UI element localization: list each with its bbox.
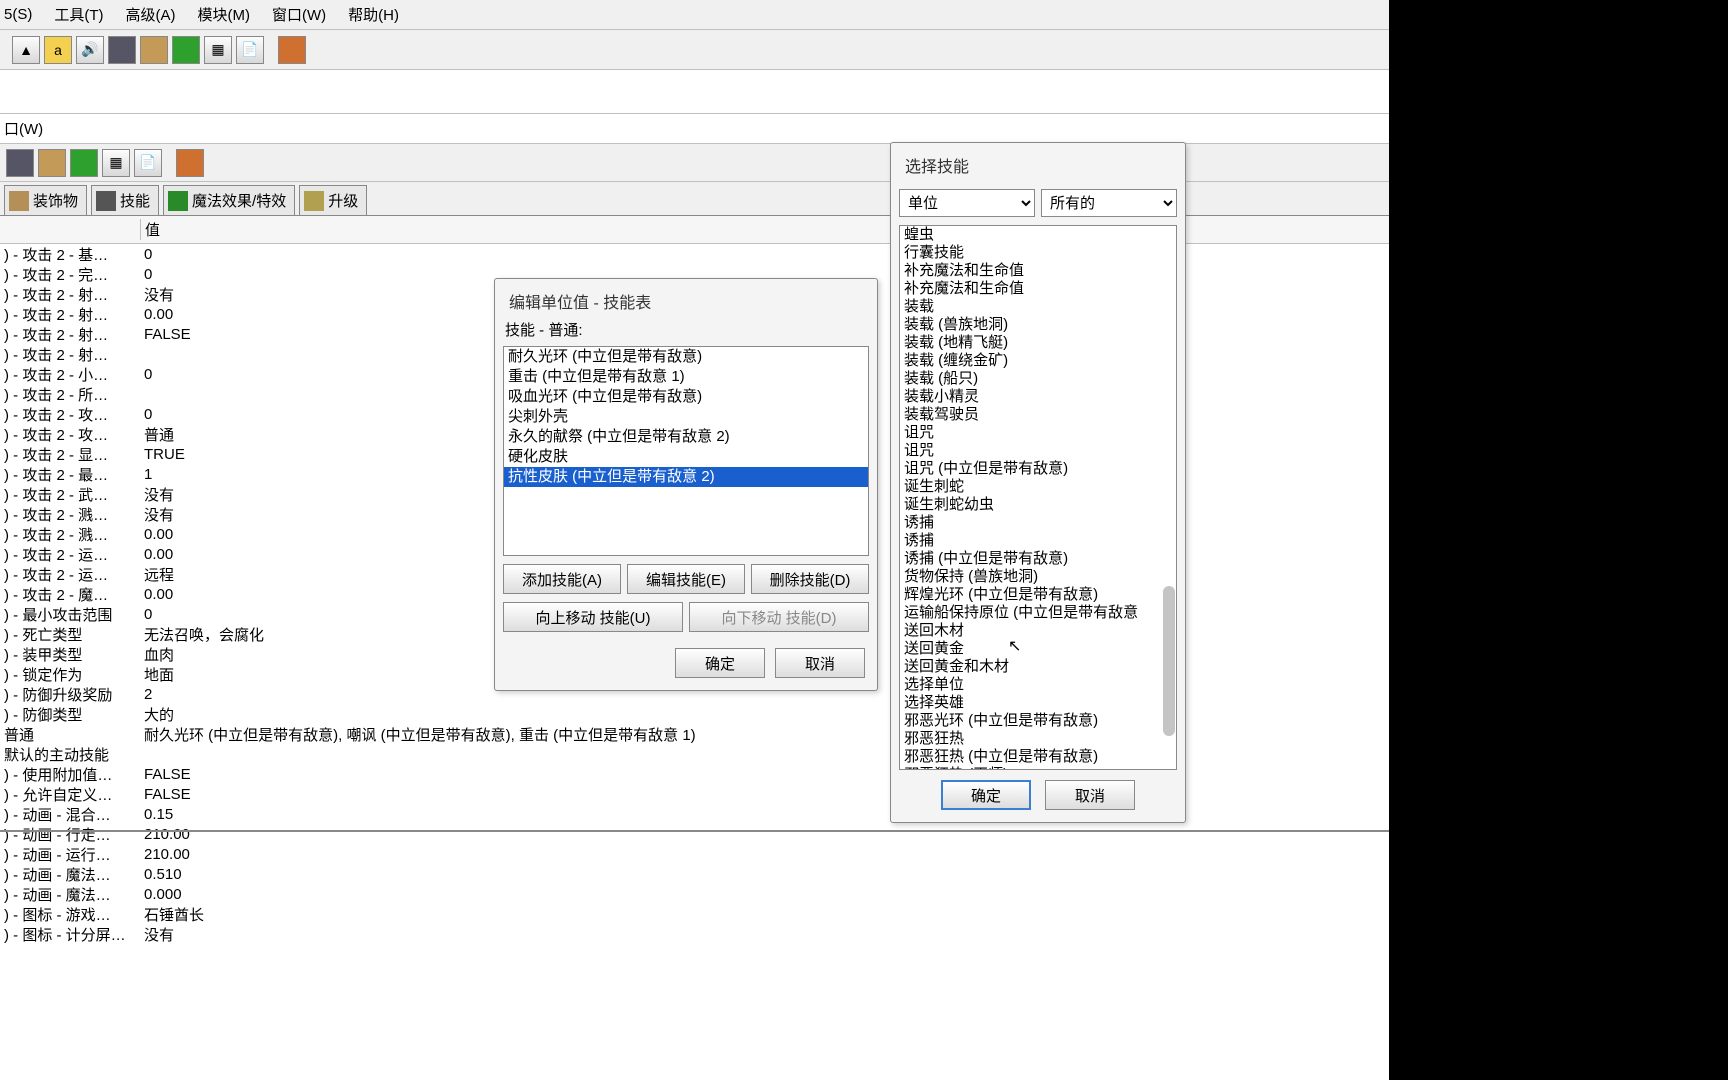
ok-button[interactable]: 确定	[941, 780, 1031, 810]
menu-item[interactable]: 窗口(W)	[272, 4, 326, 25]
ability-item[interactable]: 耐久光环 (中立但是带有敌意)	[504, 347, 868, 367]
skill-item[interactable]: 邪恶光环 (中立但是带有敌意)	[900, 712, 1176, 730]
skill-item[interactable]: 诅咒	[900, 442, 1176, 460]
ok-button[interactable]: 确定	[675, 648, 765, 678]
cancel-button[interactable]: 取消	[1045, 780, 1135, 810]
toolbar-button[interactable]: a	[44, 36, 72, 64]
skill-item[interactable]: 诱捕	[900, 514, 1176, 532]
toolbar-button[interactable]	[278, 36, 306, 64]
ability-item[interactable]: 永久的献祭 (中立但是带有敌意 2)	[504, 427, 868, 447]
letterbox	[1389, 0, 1728, 1080]
scrollbar-thumb[interactable]	[1163, 586, 1175, 736]
menu-item[interactable]: 5(S)	[4, 6, 32, 23]
skill-item[interactable]: 运输船保持原位 (中立但是带有敌意	[900, 604, 1176, 622]
dialog-title: 编辑单位值 - 技能表	[495, 279, 877, 319]
toolbar-button[interactable]: ▦	[102, 149, 130, 177]
toolbar-button[interactable]	[172, 36, 200, 64]
toolbar-button[interactable]: ▦	[204, 36, 232, 64]
toolbar-button[interactable]	[108, 36, 136, 64]
skill-item[interactable]: 送回黄金和木材	[900, 658, 1176, 676]
ability-item[interactable]: 尖刺外壳	[504, 407, 868, 427]
skill-item[interactable]: 行囊技能	[900, 244, 1176, 262]
filter-select[interactable]: 所有的	[1041, 189, 1177, 217]
delete-skill-button[interactable]: 删除技能(D)	[751, 564, 869, 594]
toolbar-button[interactable]: 🔊	[76, 36, 104, 64]
skill-item[interactable]: 选择单位	[900, 676, 1176, 694]
add-skill-button[interactable]: 添加技能(A)	[503, 564, 621, 594]
toolbar-button[interactable]: 📄	[134, 149, 162, 177]
ability-item-selected[interactable]: 抗性皮肤 (中立但是带有敌意 2)	[504, 467, 868, 487]
skill-item[interactable]: 邪恶狂热	[900, 730, 1176, 748]
move-up-button[interactable]: 向上移动 技能(U)	[503, 602, 683, 632]
skill-item[interactable]: 诅咒	[900, 424, 1176, 442]
menu-item[interactable]: 帮助(H)	[348, 4, 399, 25]
category-select[interactable]: 单位	[899, 189, 1035, 217]
skill-item[interactable]: 货物保持 (兽族地洞)	[900, 568, 1176, 586]
tab-skills[interactable]: 技能	[91, 185, 159, 215]
skill-item[interactable]: 诱捕	[900, 532, 1176, 550]
skill-item[interactable]: 装载	[900, 298, 1176, 316]
skill-item[interactable]: 补充魔法和生命值	[900, 280, 1176, 298]
header-value[interactable]: 值	[140, 219, 160, 240]
skill-item[interactable]: 送回黄金	[900, 640, 1176, 658]
toolbar-button[interactable]	[176, 149, 204, 177]
edit-skill-button[interactable]: 编辑技能(E)	[627, 564, 745, 594]
skill-item[interactable]: 辉煌光环 (中立但是带有敌意)	[900, 586, 1176, 604]
dialog-label: 技能 - 普通:	[495, 319, 877, 346]
tab-upgrade[interactable]: 升级	[299, 185, 367, 215]
edit-unit-value-dialog: 编辑单位值 - 技能表 技能 - 普通: 耐久光环 (中立但是带有敌意)重击 (…	[494, 278, 878, 691]
skill-item[interactable]: 装载 (兽族地洞)	[900, 316, 1176, 334]
skill-item[interactable]: 诅咒 (中立但是带有敌意)	[900, 460, 1176, 478]
toolbar-button[interactable]	[38, 149, 66, 177]
toolbar-button[interactable]: 📄	[236, 36, 264, 64]
toolbar-button[interactable]	[6, 149, 34, 177]
tab-decorations[interactable]: 装饰物	[4, 185, 87, 215]
menu-item[interactable]: 工具(T)	[54, 4, 103, 25]
skill-item[interactable]: 装载驾驶员	[900, 406, 1176, 424]
skill-item[interactable]: 诞生刺蛇	[900, 478, 1176, 496]
cancel-button[interactable]: 取消	[775, 648, 865, 678]
skill-item[interactable]: 装载 (缠绕金矿)	[900, 352, 1176, 370]
skill-item[interactable]: 送回木材	[900, 622, 1176, 640]
dialog-title: 选择技能	[891, 143, 1185, 181]
skill-item[interactable]: 装载小精灵	[900, 388, 1176, 406]
skill-item[interactable]: 装载 (地精飞艇)	[900, 334, 1176, 352]
tab-effects[interactable]: 魔法效果/特效	[163, 185, 295, 215]
skill-item[interactable]: 邪恶狂热 (巫师)	[900, 766, 1176, 770]
move-down-button[interactable]: 向下移动 技能(D)	[689, 602, 869, 632]
select-skill-dialog: 选择技能 单位 所有的 蝗虫行囊技能补充魔法和生命值补充魔法和生命值装载装载 (…	[890, 142, 1186, 823]
toolbar-button[interactable]	[70, 149, 98, 177]
skill-pick-list[interactable]: 蝗虫行囊技能补充魔法和生命值补充魔法和生命值装载装载 (兽族地洞)装载 (地精飞…	[899, 225, 1177, 770]
skill-item[interactable]: 蝗虫	[900, 226, 1176, 244]
skill-item[interactable]: 邪恶狂热 (中立但是带有敌意)	[900, 748, 1176, 766]
skill-item[interactable]: 诱捕 (中立但是带有敌意)	[900, 550, 1176, 568]
divider	[0, 830, 1389, 832]
menu-item[interactable]: 模块(M)	[198, 4, 251, 25]
skill-item[interactable]: 补充魔法和生命值	[900, 262, 1176, 280]
ability-item[interactable]: 吸血光环 (中立但是带有敌意)	[504, 387, 868, 407]
toolbar-button[interactable]	[140, 36, 168, 64]
toolbar-button[interactable]: ▲	[12, 36, 40, 64]
skill-item[interactable]: 诞生刺蛇幼虫	[900, 496, 1176, 514]
ability-list[interactable]: 耐久光环 (中立但是带有敌意)重击 (中立但是带有敌意 1)吸血光环 (中立但是…	[503, 346, 869, 556]
skill-item[interactable]: 选择英雄	[900, 694, 1176, 712]
ability-item[interactable]: 重击 (中立但是带有敌意 1)	[504, 367, 868, 387]
skill-item[interactable]: 装载 (船只)	[900, 370, 1176, 388]
menu-item[interactable]: 高级(A)	[126, 4, 176, 25]
ability-item[interactable]: 硬化皮肤	[504, 447, 868, 467]
